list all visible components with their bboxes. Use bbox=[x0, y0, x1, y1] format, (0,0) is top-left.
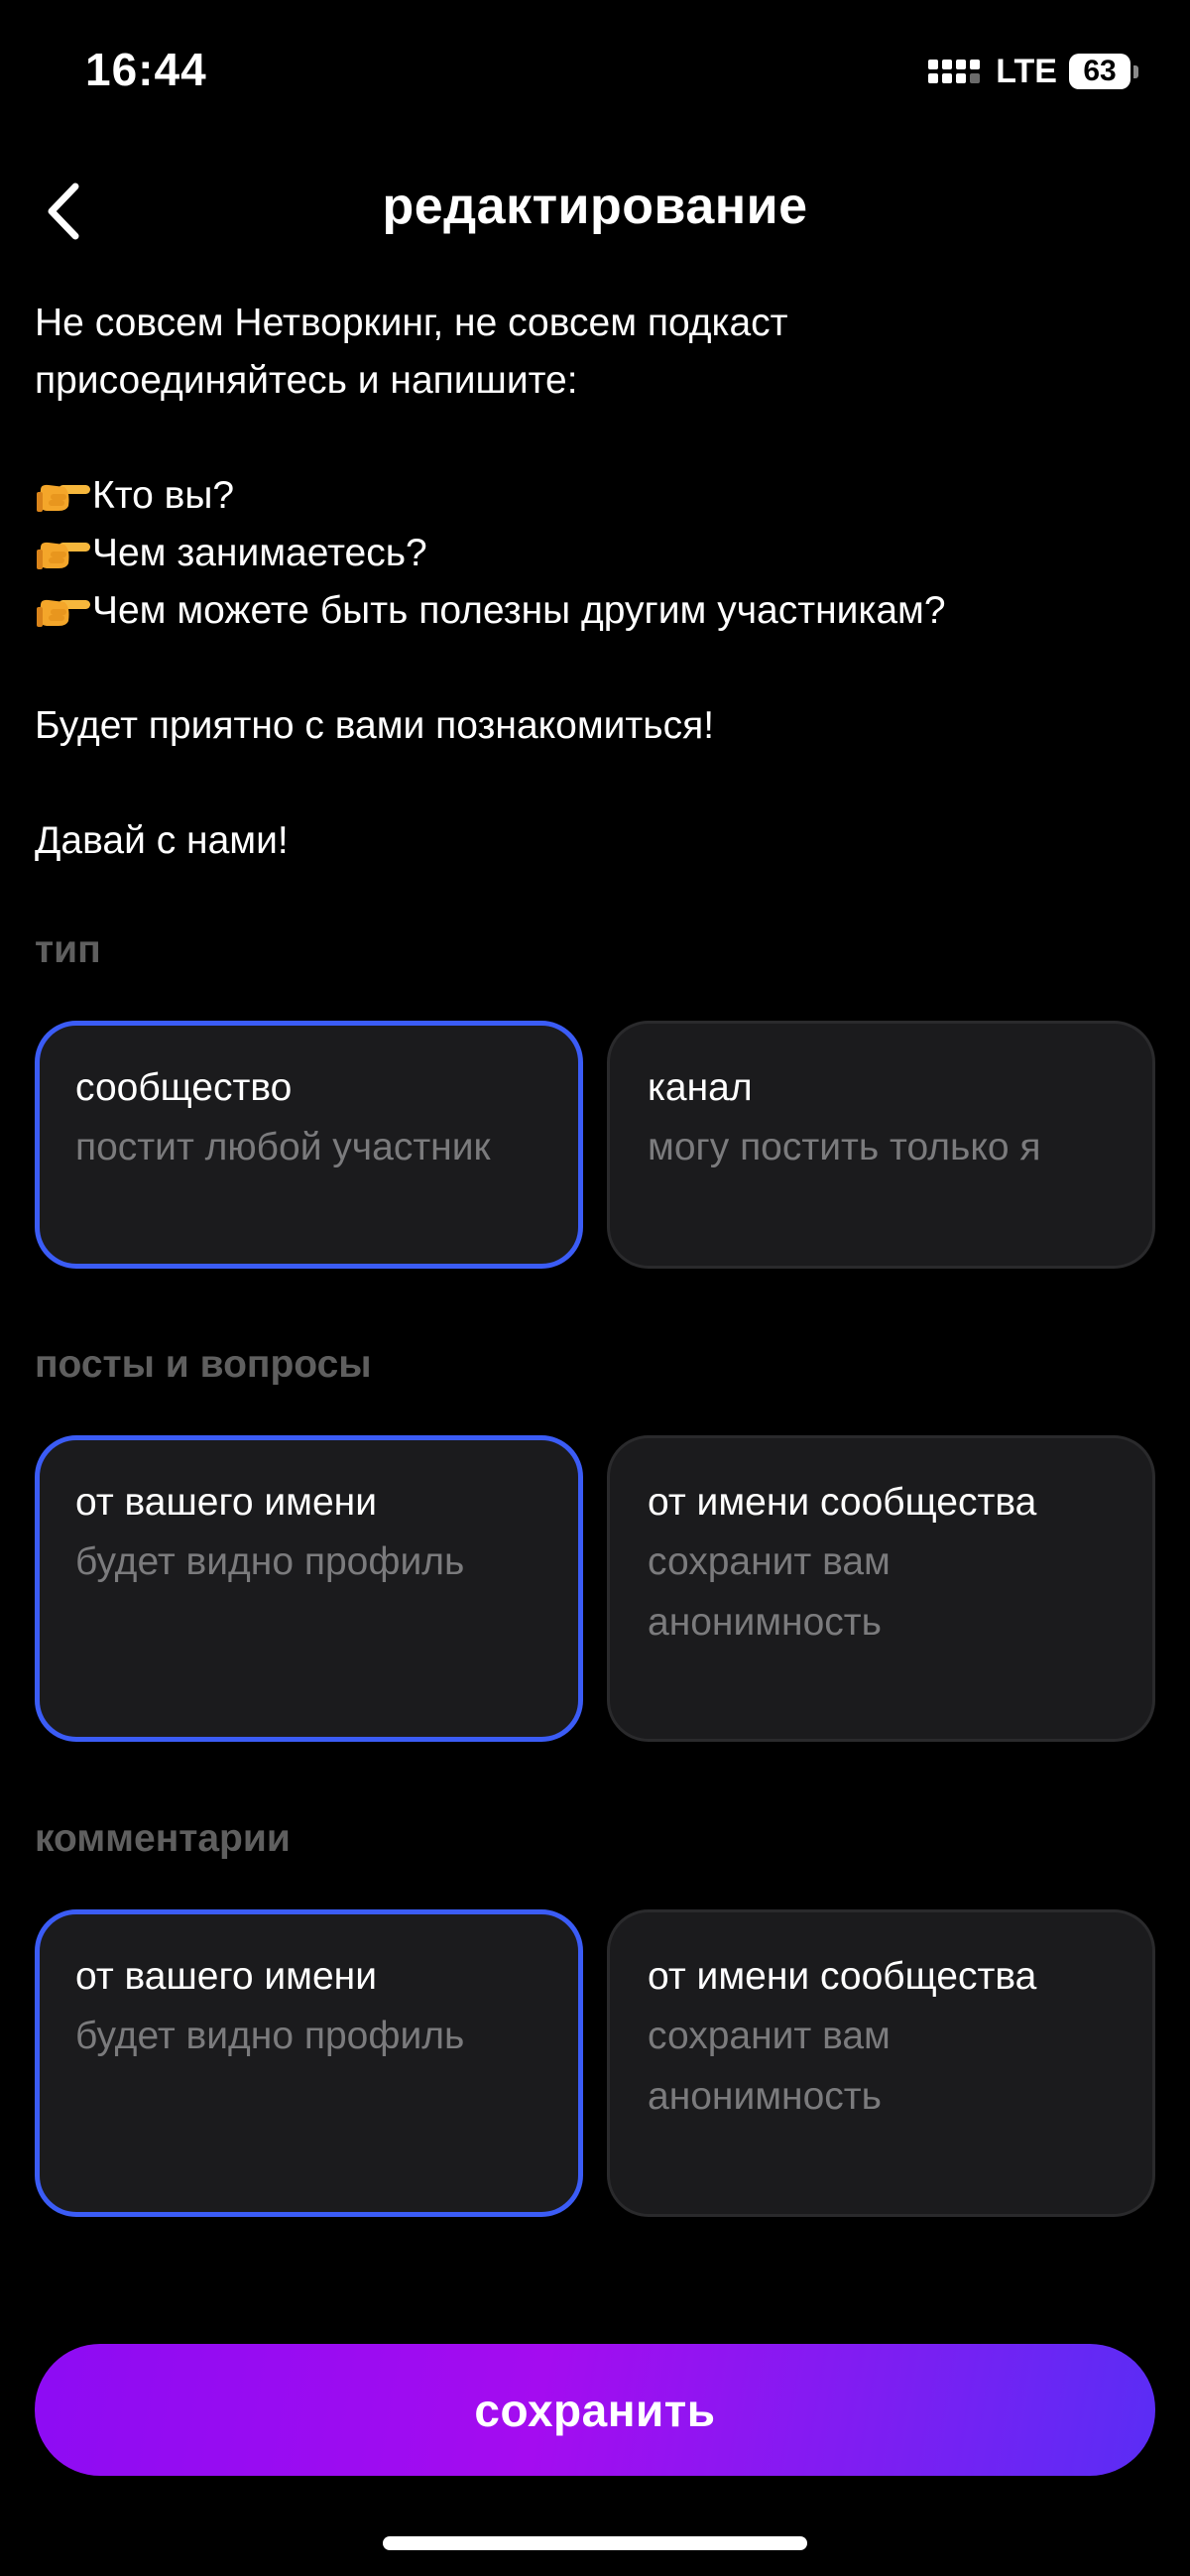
status-indicators: LTE 63 bbox=[928, 50, 1138, 93]
description-blank-line bbox=[35, 410, 1155, 467]
description-bullet-text: Чем можете быть полезны другим участника… bbox=[92, 589, 946, 632]
network-type: LTE bbox=[996, 53, 1057, 90]
option-subtitle: сохранит вам анонимность bbox=[648, 2015, 891, 2118]
pointing-hand-emoji-icon bbox=[37, 542, 90, 569]
option-comments-own-name[interactable]: от вашего имени будет видно профиль bbox=[35, 1909, 583, 2217]
description-bullet: Кто вы? bbox=[35, 467, 1155, 525]
battery-cap bbox=[1133, 64, 1138, 78]
option-comments-community-name[interactable]: от имени сообщества сохранит вам анонимн… bbox=[607, 1909, 1155, 2217]
description-blank-line bbox=[35, 640, 1155, 697]
battery-level: 63 bbox=[1083, 55, 1117, 87]
cellular-signal-icon bbox=[928, 60, 981, 83]
description-blank-line bbox=[35, 755, 1155, 812]
option-title: от вашего имени bbox=[75, 1955, 377, 1998]
description-bullet-text: Кто вы? bbox=[92, 474, 235, 517]
description-line: Не совсем Нетворкинг, не совсем подкаст bbox=[35, 302, 788, 344]
option-title: от имени сообщества bbox=[648, 1481, 1037, 1524]
description-line: Давай с нами! bbox=[35, 819, 289, 862]
option-subtitle: будет видно профиль bbox=[75, 1540, 465, 1583]
pointing-hand-emoji-icon bbox=[37, 484, 90, 512]
description-line: Будет приятно с вами познакомиться! bbox=[35, 704, 715, 747]
option-subtitle: сохранит вам анонимность bbox=[648, 1540, 891, 1644]
option-title: сообщество bbox=[75, 1066, 293, 1109]
description-line: присоединяйтесь и напишите: bbox=[35, 359, 578, 402]
pointing-hand-emoji-icon bbox=[37, 599, 90, 627]
page-title: редактирование bbox=[382, 178, 808, 235]
description-bullet: Чем занимаетесь? bbox=[35, 525, 1155, 582]
home-indicator[interactable] bbox=[383, 2536, 807, 2550]
option-posts-community-name[interactable]: от имени сообщества сохранит вам анонимн… bbox=[607, 1435, 1155, 1742]
option-channel[interactable]: канал могу постить только я bbox=[607, 1021, 1155, 1269]
option-title: от имени сообщества bbox=[648, 1955, 1037, 1998]
save-button[interactable]: сохранить bbox=[35, 2344, 1155, 2476]
option-subtitle: могу постить только я bbox=[648, 1126, 1041, 1168]
option-subtitle: постит любой участник bbox=[75, 1126, 491, 1168]
description-bullet: Чем можете быть полезны другим участника… bbox=[35, 582, 1155, 640]
status-time: 16:44 bbox=[85, 44, 207, 95]
option-posts-own-name[interactable]: от вашего имени будет видно профиль bbox=[35, 1435, 583, 1742]
battery-icon: 63 bbox=[1069, 54, 1130, 89]
option-title: от вашего имени bbox=[75, 1481, 377, 1524]
option-title: канал bbox=[648, 1066, 753, 1109]
section-label-comments: комментарии bbox=[35, 1817, 291, 1860]
option-subtitle: будет видно профиль bbox=[75, 2015, 465, 2057]
section-label-posts: посты и вопросы bbox=[35, 1343, 372, 1386]
community-description: Не совсем Нетворкинг, не совсем подкаст … bbox=[35, 295, 1155, 870]
section-label-type: тип bbox=[35, 928, 101, 971]
description-bullet-text: Чем занимаетесь? bbox=[92, 532, 427, 574]
option-community[interactable]: сообщество постит любой участник bbox=[35, 1021, 583, 1269]
